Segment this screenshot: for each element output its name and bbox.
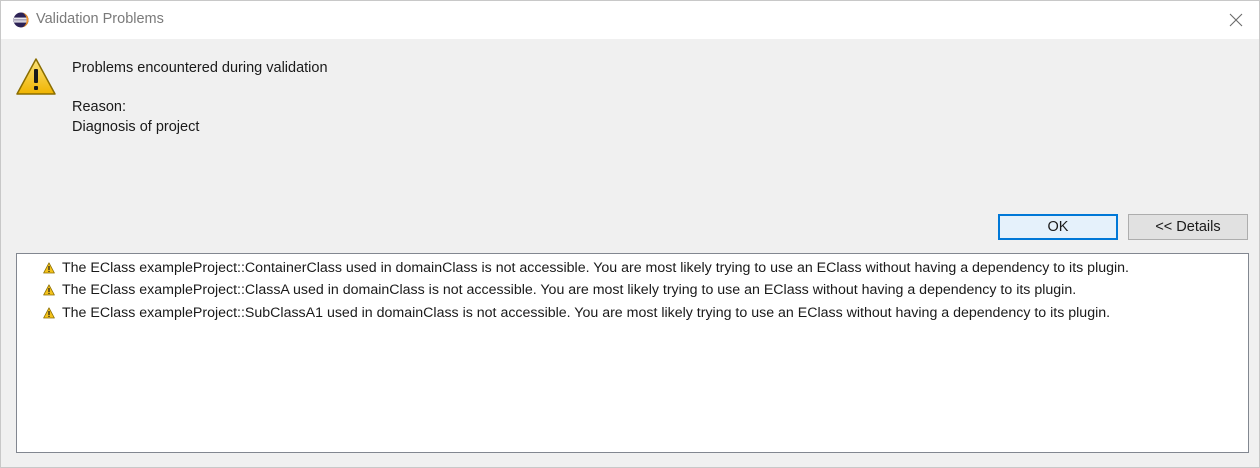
list-item[interactable]: The EClass exampleProject::ClassA used i… bbox=[43, 280, 1076, 300]
list-item-text: The EClass exampleProject::SubClassA1 us… bbox=[62, 305, 1111, 321]
reason-detail: Diagnosis of project bbox=[72, 119, 200, 135]
details-toggle-button[interactable]: << Details bbox=[1128, 214, 1248, 240]
list-item[interactable]: The EClass exampleProject::SubClassA1 us… bbox=[43, 303, 1110, 323]
list-item-text: The EClass exampleProject::ClassA used i… bbox=[62, 282, 1077, 298]
ok-button[interactable]: OK bbox=[998, 214, 1118, 240]
warning-icon bbox=[43, 262, 55, 274]
close-button[interactable] bbox=[1221, 5, 1251, 35]
eclipse-app-icon bbox=[13, 12, 29, 28]
warning-icon bbox=[43, 307, 55, 319]
close-icon bbox=[1229, 13, 1243, 27]
message-title: Problems encountered during validation bbox=[72, 60, 328, 76]
list-item[interactable]: The EClass exampleProject::ContainerClas… bbox=[43, 258, 1129, 278]
warning-icon bbox=[16, 58, 56, 95]
window-title: Validation Problems bbox=[36, 11, 164, 27]
validation-problems-dialog: Validation Problems Problems encountered… bbox=[0, 0, 1260, 468]
reason-label: Reason: bbox=[72, 99, 127, 115]
list-item-text: The EClass exampleProject::ContainerClas… bbox=[62, 260, 1129, 276]
warning-icon bbox=[43, 284, 55, 296]
title-bar[interactable]: Validation Problems bbox=[1, 1, 1259, 39]
details-list[interactable]: The EClass exampleProject::ContainerClas… bbox=[16, 253, 1249, 453]
